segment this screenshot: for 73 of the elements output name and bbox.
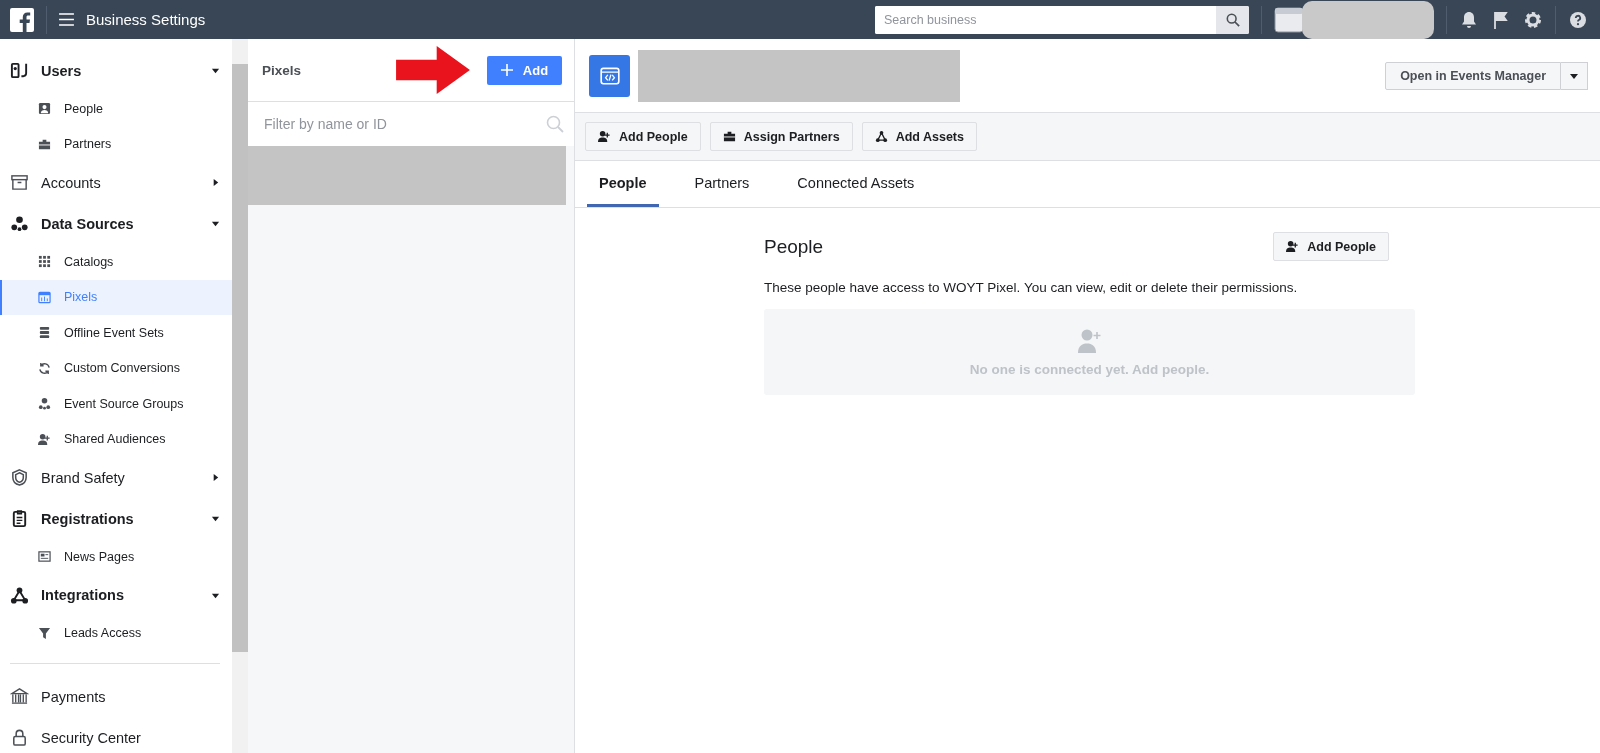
sidebar-group[interactable]: Accounts (0, 162, 232, 203)
search-button[interactable] (1216, 5, 1249, 34)
tab[interactable]: People (587, 161, 659, 207)
item-icon (38, 361, 51, 375)
item-icon (38, 102, 51, 116)
facebook-logo-icon[interactable] (10, 7, 34, 32)
menu-icon[interactable] (59, 13, 74, 26)
person-add-icon (1286, 240, 1300, 253)
open-events-manager-button[interactable]: Open in Events Manager (1385, 61, 1561, 90)
section-icon (10, 585, 29, 605)
toolbar-button[interactable]: Add Assets (861, 122, 977, 151)
description-text: These people have access to WOYT Pixel. You can view, edit or delete their permissions. (764, 280, 1299, 295)
nodes-icon (874, 130, 888, 143)
caret-right-icon (211, 178, 220, 187)
toolbar-button[interactable]: Add People (585, 122, 701, 151)
add-button[interactable]: Add (487, 55, 562, 85)
sidebar-group[interactable]: Security Center (0, 717, 232, 753)
section-title: People (764, 235, 824, 258)
settings-icon[interactable] (1523, 9, 1543, 30)
tab[interactable]: Connected Assets (785, 161, 927, 207)
pixel-icon (589, 54, 630, 97)
sidebar-item[interactable]: Offline Event Sets (0, 315, 232, 351)
item-icon (38, 626, 51, 640)
item-icon (38, 137, 51, 151)
sidebar-group[interactable]: Integrations (0, 574, 232, 616)
panel-title: Pixels (262, 62, 303, 78)
toolbar-button[interactable]: Assign Partners (709, 122, 853, 151)
item-icon (38, 432, 51, 446)
item-icon (38, 290, 51, 304)
briefcase-icon (722, 130, 736, 143)
scrollbar[interactable] (232, 39, 248, 753)
sidebar-item[interactable]: Leads Access (0, 615, 232, 651)
sidebar-item[interactable]: People (0, 91, 232, 127)
sidebar-item[interactable]: Custom Conversions (0, 350, 232, 386)
section-icon (10, 214, 29, 233)
add-people-button[interactable]: Add People (1273, 232, 1389, 261)
sidebar-group[interactable]: Users (0, 50, 232, 91)
item-icon (38, 397, 51, 411)
search-icon (546, 115, 564, 133)
app-title: Business Settings (86, 11, 206, 28)
caret-down-icon (211, 66, 220, 75)
caret-down-icon (211, 219, 220, 228)
sidebar-item[interactable]: News Pages (0, 539, 232, 575)
sidebar-group[interactable]: Brand Safety (0, 457, 232, 498)
section-icon (10, 687, 29, 706)
sidebar-group[interactable]: Payments (0, 676, 232, 717)
notifications-icon[interactable] (1459, 9, 1479, 30)
dropdown-button[interactable] (1561, 61, 1588, 90)
section-icon (10, 468, 29, 487)
sidebar-item[interactable]: Shared Audiences (0, 421, 232, 457)
plus-icon (500, 64, 513, 76)
tab[interactable]: Partners (682, 161, 762, 207)
help-icon[interactable] (1568, 9, 1588, 30)
sidebar-group[interactable]: Registrations (0, 498, 232, 539)
item-icon (38, 255, 51, 269)
filter-box[interactable]: Filter by name or ID (248, 102, 574, 146)
filter-field[interactable]: Filter by name or ID (262, 101, 546, 147)
sidebar-item[interactable]: Catalogs (0, 244, 232, 280)
section-icon (10, 61, 29, 80)
person-add-icon (598, 130, 611, 143)
section-icon (10, 173, 29, 192)
person-add-icon (1076, 327, 1103, 354)
search-icon (1225, 12, 1240, 27)
caret-down-icon (211, 514, 220, 523)
section-icon (10, 728, 29, 747)
sidebar-group[interactable]: Data Sources (0, 203, 232, 244)
business-page-icon[interactable] (1274, 5, 1304, 34)
section-icon (10, 509, 29, 528)
sidebar-item[interactable]: Partners (0, 126, 232, 162)
item-icon (38, 550, 51, 564)
caret-right-icon (211, 473, 220, 482)
item-icon (38, 326, 51, 340)
sidebar-item[interactable]: Event Source Groups (0, 386, 232, 422)
